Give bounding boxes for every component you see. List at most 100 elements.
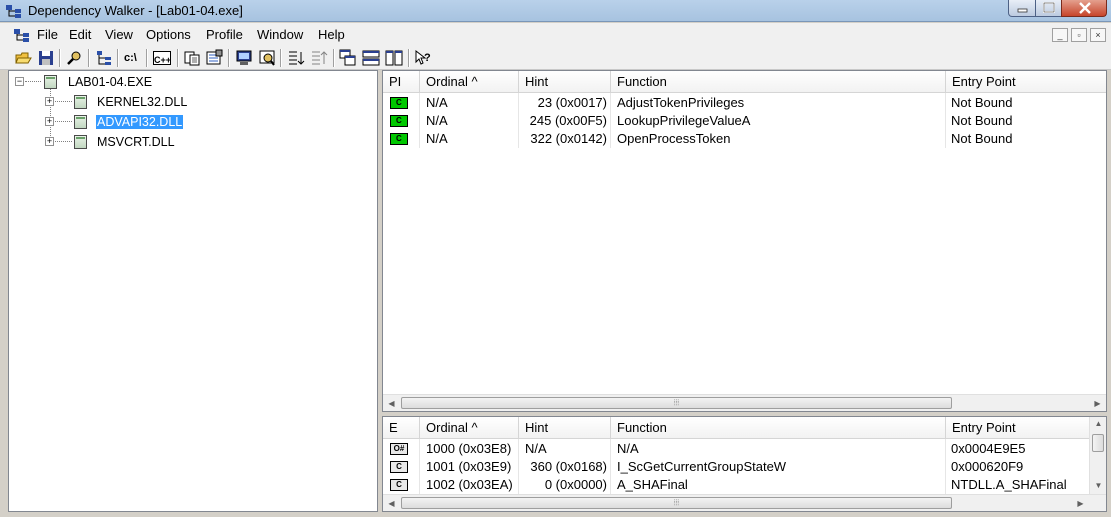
module-tree[interactable]: − LAB01-04.EXE + KERNEL32.DLL + ADVAPI32… <box>8 70 378 512</box>
tile-horizontal-icon[interactable] <box>362 49 380 67</box>
scroll-right-icon[interactable]: ▶ <box>1072 495 1089 512</box>
scroll-right-icon[interactable]: ▶ <box>1089 395 1106 412</box>
cell-function: N/A <box>617 441 639 456</box>
menu-profile[interactable]: Profile <box>206 27 243 42</box>
col-hint[interactable]: Hint <box>519 71 611 93</box>
open-icon[interactable] <box>14 49 32 67</box>
tree-item-kernel32[interactable]: + KERNEL32.DLL <box>9 93 369 111</box>
menu-file[interactable]: File <box>37 27 58 42</box>
imports-horizontal-scrollbar[interactable]: ◀ ⦙⦙⦙ ▶ <box>383 394 1106 411</box>
col-ordinal[interactable]: Ordinal ^ <box>420 417 519 439</box>
cell-ordinal: N/A <box>426 131 448 146</box>
table-row[interactable]: O# 1000 (0x03E8) N/A N/A 0x0004E9E5 <box>383 440 1089 458</box>
save-icon[interactable] <box>37 49 55 67</box>
tree-item-advapi32[interactable]: + ADVAPI32.DLL <box>9 113 369 131</box>
undecorate-cpp-icon[interactable]: C++ <box>153 51 171 65</box>
scroll-down-icon[interactable]: ▼ <box>1090 479 1107 493</box>
cell-hint: 0 (0x0000) <box>544 477 607 492</box>
module-icon <box>44 75 57 89</box>
scroll-thumb[interactable] <box>1092 434 1104 452</box>
copy-icon[interactable] <box>183 49 201 67</box>
imports-list[interactable]: PI Ordinal ^ Hint Function Entry Point N… <box>382 70 1107 412</box>
module-tree-icon[interactable] <box>95 49 113 67</box>
exports-vertical-scrollbar[interactable]: ▲ ▼ <box>1089 417 1106 494</box>
child-close-button[interactable]: × <box>1090 28 1106 42</box>
col-hint[interactable]: Hint <box>519 417 611 439</box>
table-row[interactable]: C 1001 (0x03E9) 360 (0x0168) I_ScGetCurr… <box>383 458 1089 476</box>
table-row[interactable]: N/A 245 (0x00F5) LookupPrivilegeValueA N… <box>383 112 1106 130</box>
scroll-thumb[interactable]: ⦙⦙⦙ <box>401 497 952 509</box>
exports-header: E Ordinal ^ Hint Function Entry Point <box>383 417 1089 439</box>
app-icon <box>6 5 21 18</box>
exports-horizontal-scrollbar[interactable]: ◀ ⦙⦙⦙ ▶ <box>383 494 1106 511</box>
minimize-button[interactable] <box>1008 0 1036 17</box>
cell-function: LookupPrivilegeValueA <box>617 113 751 128</box>
maximize-button[interactable] <box>1035 0 1062 17</box>
collapse-toggle[interactable]: − <box>15 77 24 86</box>
close-button[interactable] <box>1061 0 1107 17</box>
minimize-icon <box>1017 8 1028 13</box>
col-function[interactable]: Function <box>611 71 946 93</box>
expand-toggle[interactable]: + <box>45 137 54 146</box>
document-icon[interactable] <box>14 28 30 42</box>
tree-item-msvcrt[interactable]: + MSVCRT.DLL <box>9 133 369 151</box>
close-icon <box>1079 2 1091 14</box>
cell-hint: 360 (0x0168) <box>530 459 607 474</box>
table-row[interactable]: N/A 23 (0x0017) AdjustTokenPrivileges No… <box>383 94 1106 112</box>
cell-entry-point: 0x0004E9E5 <box>951 441 1026 456</box>
menu-options[interactable]: Options <box>146 27 191 42</box>
export-forwarded-function-icon: C <box>390 479 408 491</box>
cell-ordinal: 1002 (0x03EA) <box>426 477 513 492</box>
full-paths-icon[interactable]: c:\ <box>124 49 142 67</box>
view-module-icon[interactable] <box>235 49 253 67</box>
find-icon[interactable] <box>65 49 83 67</box>
menu-view[interactable]: View <box>105 27 133 42</box>
expand-icon[interactable] <box>310 49 328 67</box>
cell-function: OpenProcessToken <box>617 131 731 146</box>
scroll-left-icon[interactable]: ◀ <box>383 495 400 512</box>
module-icon <box>74 115 87 129</box>
tree-item-label: ADVAPI32.DLL <box>96 115 184 129</box>
col-ordinal[interactable]: Ordinal ^ <box>420 71 519 93</box>
col-function[interactable]: Function <box>611 417 946 439</box>
module-icon <box>74 95 87 109</box>
cell-entry-point: 0x000620F9 <box>951 459 1024 474</box>
import-c-function-icon <box>390 133 408 145</box>
menu-window[interactable]: Window <box>257 27 303 42</box>
tree-item-label: MSVCRT.DLL <box>97 135 175 149</box>
menu-bar: File Edit View Options Profile Window He… <box>0 23 1111 46</box>
import-c-function-icon <box>390 97 408 109</box>
expand-toggle[interactable]: + <box>45 117 54 126</box>
highlight-icon[interactable] <box>258 49 276 67</box>
cell-hint: N/A <box>525 441 547 456</box>
table-row[interactable]: N/A 322 (0x0142) OpenProcessToken Not Bo… <box>383 130 1106 148</box>
menu-edit[interactable]: Edit <box>69 27 91 42</box>
exports-list[interactable]: E Ordinal ^ Hint Function Entry Point O#… <box>382 416 1107 512</box>
cell-entry-point: Not Bound <box>951 131 1013 146</box>
col-entry-point[interactable]: Entry Point <box>946 71 1106 93</box>
col-e[interactable]: E <box>383 417 420 439</box>
tree-root[interactable]: − LAB01-04.EXE <box>9 73 369 91</box>
imports-header: PI Ordinal ^ Hint Function Entry Point <box>383 71 1106 93</box>
table-row[interactable]: C 1002 (0x03EA) 0 (0x0000) A_SHAFinal NT… <box>383 476 1089 494</box>
scroll-up-icon[interactable]: ▲ <box>1090 417 1107 431</box>
cell-function: AdjustTokenPrivileges <box>617 95 745 110</box>
expand-toggle[interactable]: + <box>45 97 54 106</box>
cell-function: I_ScGetCurrentGroupStateW <box>617 459 787 474</box>
tree-root-label: LAB01-04.EXE <box>68 75 153 89</box>
menu-help[interactable]: Help <box>318 27 345 42</box>
window-title: Dependency Walker - [Lab01-04.exe] <box>28 3 243 18</box>
properties-icon[interactable] <box>205 49 223 67</box>
child-minimize-button[interactable]: _ <box>1052 28 1068 42</box>
module-icon <box>74 135 87 149</box>
scroll-left-icon[interactable]: ◀ <box>383 395 400 412</box>
scroll-thumb[interactable]: ⦙⦙⦙ <box>401 397 952 409</box>
child-restore-button[interactable]: ▫ <box>1071 28 1087 42</box>
context-help-icon[interactable]: ? <box>414 49 432 67</box>
svg-text:?: ? <box>424 52 431 64</box>
cascade-icon[interactable] <box>339 49 357 67</box>
collapse-icon[interactable] <box>287 49 305 67</box>
col-pi[interactable]: PI <box>383 71 420 93</box>
col-entry-point[interactable]: Entry Point <box>946 417 1089 439</box>
tile-vertical-icon[interactable] <box>385 49 403 67</box>
